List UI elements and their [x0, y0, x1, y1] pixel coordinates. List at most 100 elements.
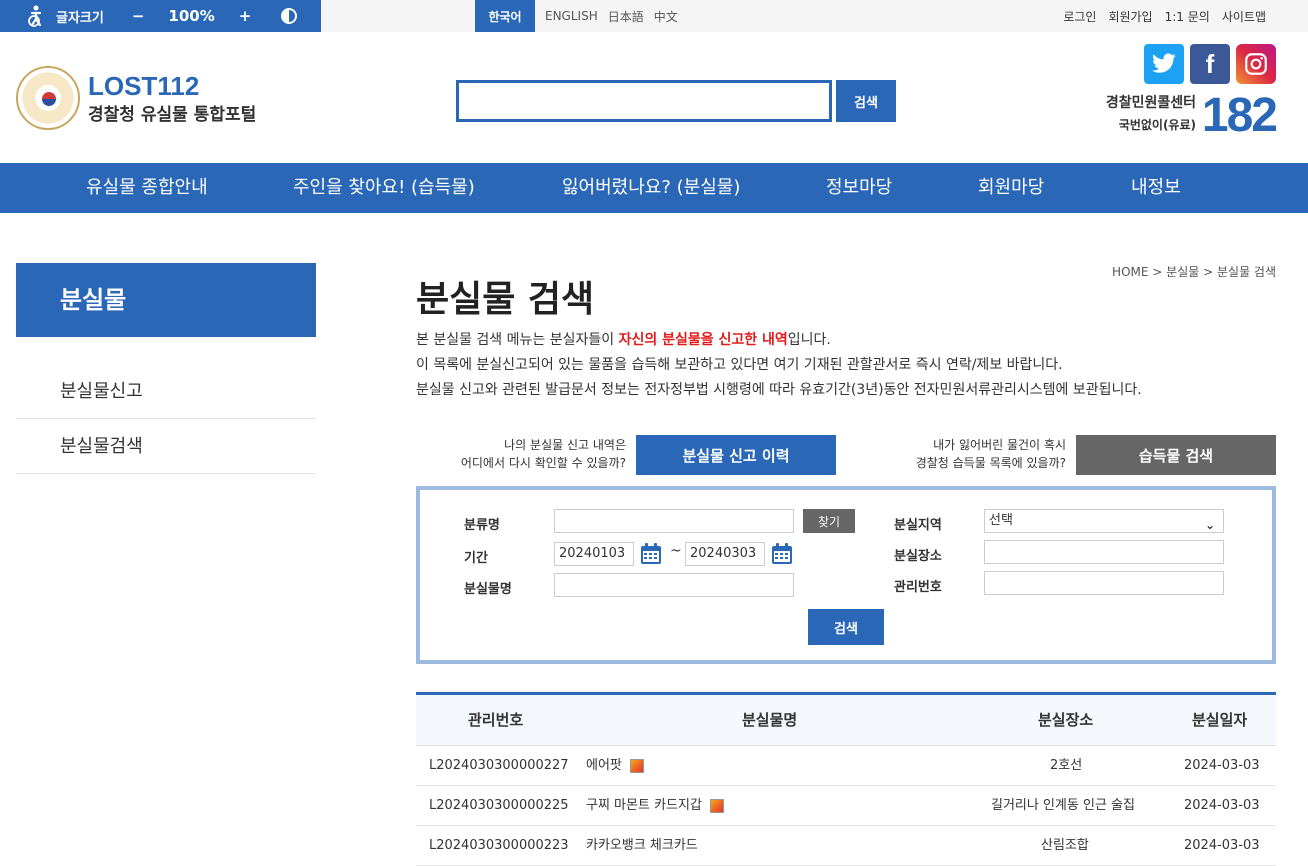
police-emblem-icon [16, 66, 80, 130]
cell-place: 길거리나 인계동 인근 술집 [991, 798, 1135, 813]
nav-item-my-info[interactable]: 내정보 [1131, 163, 1181, 213]
zoom-out-button[interactable]: − [132, 7, 145, 25]
cell-name[interactable]: 카카오뱅크 체크카드 [586, 826, 698, 866]
facebook-icon[interactable]: f [1190, 44, 1230, 84]
call-center-label: 경찰민원콜센터 [1105, 95, 1196, 111]
place-input[interactable] [984, 540, 1224, 564]
history-question: 나의 분실물 신고 내역은 어디에서 다시 확인할 수 있을까? [416, 436, 626, 472]
social-links: f [1144, 44, 1276, 84]
sidebar-title: 분실물 [16, 263, 316, 337]
main-navigation: 유실물 종합안내 주인을 찾아요! (습득물) 잃어버렸나요? (분실물) 정보… [0, 163, 1308, 213]
cell-name[interactable]: 구찌 마몬트 카드지갑 [586, 786, 724, 826]
table-header: 관리번호 분실물명 분실장소 분실일자 [416, 695, 1276, 746]
category-label: 분류명 [464, 518, 500, 533]
report-history-button[interactable]: 분실물 신고 이력 [636, 435, 836, 475]
breadcrumb-home[interactable]: HOME [1112, 265, 1148, 279]
mgmt-no-input[interactable] [984, 571, 1224, 595]
period-label: 기간 [464, 551, 488, 566]
calendar-icon[interactable] [770, 542, 794, 566]
site-logo[interactable]: LOST112 경찰청 유실물 통합포털 [16, 66, 256, 130]
breadcrumb: HOME > 분실물 > 분실물 검색 [1112, 263, 1276, 280]
question-text: 경찰청 습득물 목록에 있을까? [915, 456, 1066, 470]
chevron-down-icon: ⌄ [1204, 518, 1215, 532]
item-name-input[interactable] [554, 573, 794, 597]
table-row[interactable]: L2024030300000223 카카오뱅크 체크카드 산림조합 2024-0… [416, 826, 1276, 866]
region-selected-value: 선택 [989, 513, 1013, 528]
instagram-icon[interactable] [1236, 44, 1276, 84]
page-description: 본 분실물 검색 메뉴는 분실자들이 자신의 분실물을 신고한 내역입니다. 이… [416, 328, 1142, 403]
sidebar-item-report[interactable]: 분실물신고 [16, 364, 316, 419]
cell-id: L2024030300000225 [429, 798, 569, 813]
language-selector: 한국어 ENGLISH 日本語 中文 [475, 0, 678, 32]
date-to-input[interactable]: 20240303 [685, 542, 765, 566]
table-row[interactable]: L2024030300000227 에어팟 2호선 2024-03-03 [416, 746, 1276, 786]
nav-item-members[interactable]: 회원마당 [978, 163, 1044, 213]
breadcrumb-lost[interactable]: 분실물 [1166, 265, 1199, 279]
lang-chinese[interactable]: 中文 [654, 8, 678, 25]
header-search-input[interactable] [456, 80, 832, 122]
cell-place: 산림조합 [1041, 838, 1089, 853]
found-items-search-button[interactable]: 습득물 검색 [1076, 435, 1276, 475]
nav-item-info[interactable]: 정보마당 [826, 163, 892, 213]
desc-text: 입니다. [787, 332, 831, 348]
chevron-right-icon: > [1203, 265, 1217, 279]
question-text: 어디에서 다시 확인할 수 있을까? [460, 456, 626, 470]
signup-link[interactable]: 회원가입 [1108, 8, 1152, 25]
date-from-input[interactable]: 20240103 [554, 542, 634, 566]
cell-name-text: 카카오뱅크 체크카드 [586, 838, 698, 853]
call-center-number: 182 [1201, 89, 1278, 142]
call-center-sub: 국번없이(유료) [1118, 118, 1196, 132]
page-title: 분실물 검색 [416, 279, 595, 320]
accessibility-bar: 글자크기 − 100% + [0, 0, 321, 32]
category-find-button[interactable]: 찾기 [803, 509, 855, 533]
column-header-date: 분실일자 [1192, 711, 1248, 729]
accessibility-icon[interactable] [24, 4, 48, 28]
zoom-in-button[interactable]: + [239, 7, 252, 25]
cell-id: L2024030300000227 [429, 758, 569, 773]
column-header-name: 분실물명 [742, 711, 798, 729]
sitemap-link[interactable]: 사이트맵 [1222, 8, 1266, 25]
top-utility-bar: 글자크기 − 100% + 한국어 ENGLISH 日本語 中文 로그인 회원가… [0, 0, 1308, 32]
desc-line-3: 분실물 신고와 관련된 발급문서 정보는 전자정부법 시행령에 따라 유효기간(… [416, 382, 1142, 398]
calendar-icon[interactable] [639, 542, 663, 566]
lang-english[interactable]: ENGLISH [545, 9, 598, 23]
brand-name: LOST112 [88, 70, 200, 101]
login-link[interactable]: 로그인 [1063, 8, 1096, 25]
column-header-id: 관리번호 [468, 711, 524, 729]
chevron-right-icon: > [1152, 265, 1167, 279]
site-header: LOST112 경찰청 유실물 통합포털 검색 f 경찰민원콜센터 국번없이(유… [0, 32, 1308, 163]
header-search-button[interactable]: 검색 [836, 80, 896, 122]
column-header-place: 분실장소 [1038, 711, 1094, 729]
cell-date: 2024-03-03 [1184, 798, 1260, 813]
call-center-info: 경찰민원콜센터 국번없이(유료) [1106, 92, 1196, 133]
breadcrumb-current: 분실물 검색 [1216, 265, 1276, 279]
form-search-button[interactable]: 검색 [808, 609, 884, 645]
inquiry-link[interactable]: 1:1 문의 [1165, 8, 1210, 25]
nav-item-found-items[interactable]: 주인을 찾아요! (습득물) [293, 163, 475, 213]
cell-date: 2024-03-03 [1184, 838, 1260, 853]
twitter-icon[interactable] [1144, 44, 1184, 84]
font-size-label: 글자크기 [56, 10, 104, 26]
lang-japanese[interactable]: 日本語 [608, 8, 644, 25]
desc-text: 본 분실물 검색 메뉴는 분실자들이 [416, 332, 619, 348]
item-name-label: 분실물명 [464, 582, 512, 597]
region-label: 분실지역 [894, 518, 942, 533]
image-icon [709, 798, 724, 813]
desc-highlight: 자신의 분실물을 신고한 내역 [618, 332, 788, 348]
table-row[interactable]: L2024030300000225 구찌 마몬트 카드지갑 길거리나 인계동 인… [416, 786, 1276, 826]
question-text: 나의 분실물 신고 내역은 [504, 438, 626, 452]
sidebar-item-search[interactable]: 분실물검색 [16, 419, 316, 474]
nav-item-guide[interactable]: 유실물 종합안내 [86, 163, 208, 213]
contrast-icon[interactable] [281, 8, 298, 24]
found-question: 내가 잃어버린 물건이 혹시 경찰청 습득물 목록에 있을까? [866, 436, 1066, 472]
cell-id: L2024030300000223 [429, 838, 569, 853]
cell-date: 2024-03-03 [1184, 758, 1260, 773]
region-select[interactable]: 선택 ⌄ [984, 509, 1224, 533]
date-range-separator: ~ [670, 543, 682, 559]
category-input[interactable] [554, 509, 794, 533]
nav-item-lost-items[interactable]: 잃어버렸나요? (분실물) [562, 163, 740, 213]
lang-korean[interactable]: 한국어 [475, 0, 535, 32]
desc-line-2: 이 목록에 분실신고되어 있는 물품을 습득해 보관하고 있다면 여기 기재된 … [416, 357, 1063, 373]
cell-name[interactable]: 에어팟 [586, 746, 644, 786]
results-table: 관리번호 분실물명 분실장소 분실일자 L2024030300000227 에어… [416, 692, 1276, 866]
